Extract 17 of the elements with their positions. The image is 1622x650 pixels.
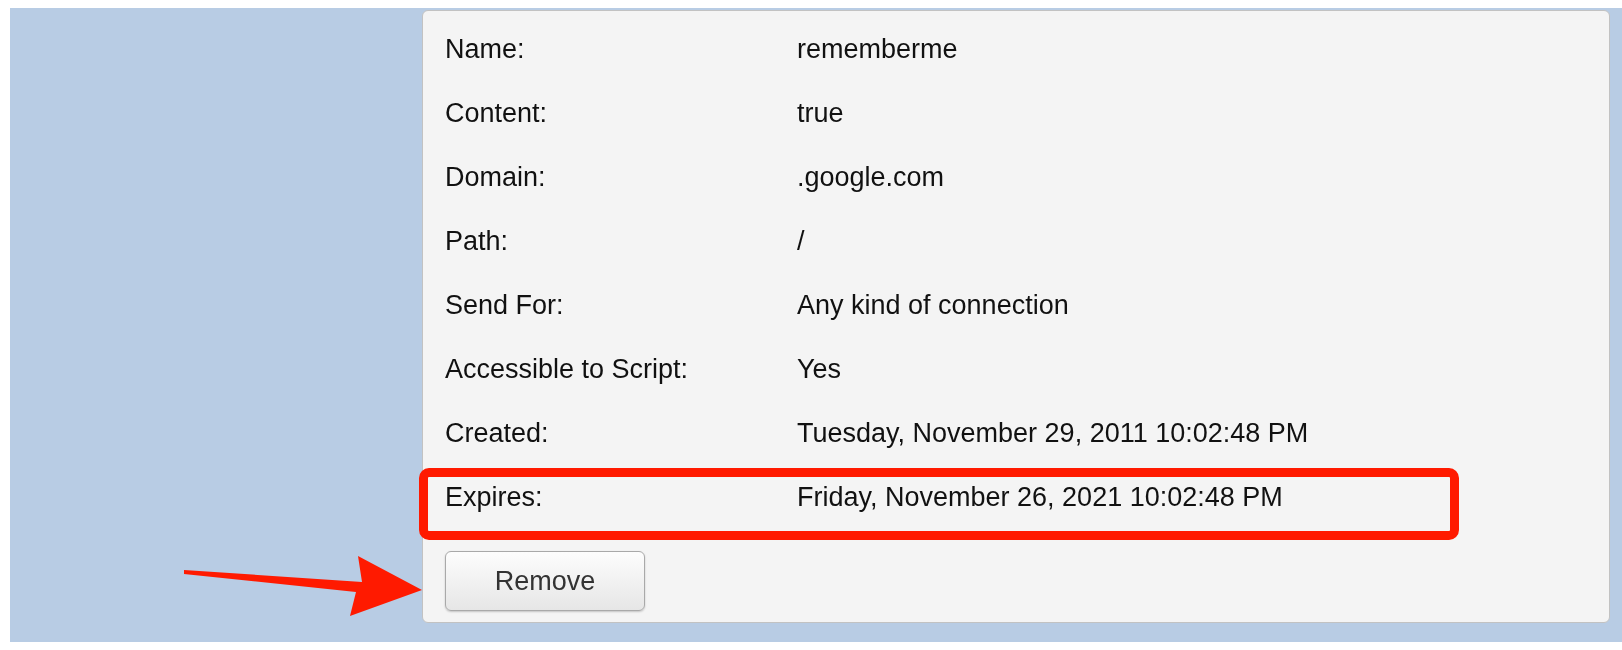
field-label: Content:	[445, 97, 549, 129]
field-label: Expires:	[445, 481, 544, 513]
field-value: Any kind of connection	[797, 289, 1070, 321]
field-value: true	[797, 97, 845, 129]
field-value: rememberme	[797, 33, 959, 65]
field-label: Accessible to Script:	[445, 353, 690, 385]
field-label: Send For:	[445, 289, 565, 321]
field-value: Tuesday, November 29, 2011 10:02:48 PM	[797, 417, 1310, 449]
field-value: .google.com	[797, 161, 946, 193]
remove-button[interactable]: Remove	[445, 551, 645, 611]
field-value: /	[797, 225, 806, 257]
field-label: Created:	[445, 417, 550, 449]
field-label: Domain:	[445, 161, 547, 193]
field-value: Friday, November 26, 2021 10:02:48 PM	[797, 481, 1284, 513]
field-label: Name:	[445, 33, 526, 65]
field-value: Yes	[797, 353, 843, 385]
field-label: Path:	[445, 225, 510, 257]
